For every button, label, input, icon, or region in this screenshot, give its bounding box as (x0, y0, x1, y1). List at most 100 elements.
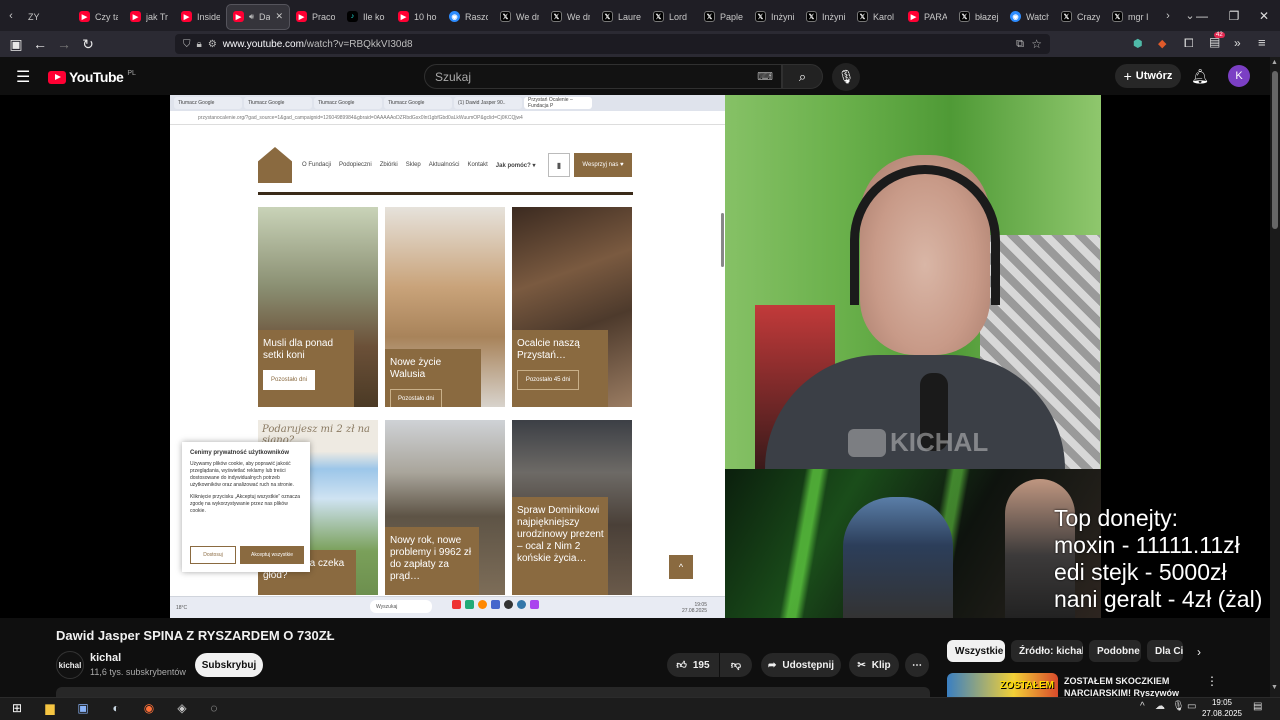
browser-tab[interactable]: 𝕏 Lord (647, 4, 698, 30)
page-scrollbar-thumb[interactable] (1272, 71, 1278, 229)
browser-tab[interactable]: 𝕏 Crazy (1055, 4, 1106, 30)
browser-tab[interactable]: ◉ Raszc (443, 4, 494, 30)
vpn-extension-icon[interactable]: ⬢ (1133, 37, 1143, 50)
cloud-icon[interactable]: ☁ (1155, 701, 1165, 712)
days-left-pill: Pozostało dni (263, 370, 315, 390)
site-nav-items: O Fundacji Podopieczni Zbiórki Sklep Aktualn… (302, 162, 536, 169)
back-button-icon[interactable]: ← (28, 33, 52, 55)
campaign-card-panel: Ocalcie naszą Przystań… Pozostało 45 dni (512, 330, 608, 407)
chip-related[interactable]: Podobne (1089, 640, 1141, 662)
channel-avatar[interactable]: kichal (56, 651, 84, 679)
x-favicon-icon: 𝕏 (500, 11, 511, 22)
browser-tab[interactable]: 𝕏 Inżyni (749, 4, 800, 30)
hamburger-menu-icon[interactable]: ☰ (16, 67, 30, 87)
video-player[interactable]: Tłumacz Google Tłumacz Google Tłumacz Goog… (0, 95, 1270, 618)
tray-overflow-chevron-icon[interactable]: ^ (1140, 701, 1145, 712)
app-icon[interactable]: ◈ (172, 699, 192, 717)
voice-search-button[interactable]: 🎙︎ (832, 63, 860, 91)
bookmark-star-icon[interactable]: ☆ (1031, 37, 1042, 51)
app-monitor-icon[interactable]: ▣ (73, 699, 93, 717)
lock-icon[interactable]: 🔒︎ (197, 39, 202, 50)
app-menu-icon[interactable]: ≡ (1258, 35, 1266, 50)
scroll-down-arrow-icon[interactable]: ▼ (1271, 684, 1278, 691)
site-nav-item: Sklep (405, 161, 421, 168)
extension-badge-icon[interactable]: ▤ 42 (1209, 32, 1225, 49)
tab-label: jak Tr (146, 11, 169, 22)
account-avatar[interactable]: K (1228, 65, 1250, 87)
permissions-icon[interactable]: ⚙︎ (208, 39, 217, 50)
notifications-bell-icon[interactable]: 🔔︎ (1190, 66, 1210, 86)
extension-fox-icon[interactable]: ◆ (1158, 37, 1166, 50)
browser-tab[interactable]: ♪ Ile ko (341, 4, 392, 30)
close-tab-icon[interactable]: ✕ (275, 11, 283, 22)
firefox-icon[interactable]: ◉ (139, 699, 159, 717)
browser-tab[interactable]: 𝕏mgr I (1106, 4, 1157, 30)
extensions-puzzle-icon[interactable]: ⧠ (1184, 36, 1194, 51)
clip-button[interactable]: ✂ Klip (849, 653, 899, 677)
campaign-title: Nowe życie Walusia (390, 357, 442, 380)
forward-button-icon[interactable]: → (52, 33, 76, 55)
description-box[interactable] (56, 687, 930, 697)
address-bar[interactable]: ⛉ 🔒︎ ⚙︎ www.youtube.com/watch?v=RBQkkVI3… (175, 34, 1050, 54)
close-window-icon[interactable]: ✕ (1248, 0, 1280, 31)
more-tools-chevron-icon[interactable]: » (1234, 36, 1241, 50)
audio-playing-icon[interactable]: 🔊︎ (249, 12, 254, 22)
x-favicon-icon: 𝕏 (755, 11, 766, 22)
browser-tab[interactable]: 𝕏 Karol (851, 4, 902, 30)
browser-tab[interactable]: ▶ Praco (290, 4, 341, 30)
browser-tab[interactable]: 𝕏 Laure (596, 4, 647, 30)
subscribe-button[interactable]: Subskrybuj (195, 653, 263, 677)
shield-icon[interactable]: ⛉ (183, 39, 191, 50)
restore-window-icon[interactable]: ❐ (1218, 0, 1250, 31)
dislike-button[interactable]: 👎︎ (720, 653, 752, 677)
more-actions-button[interactable]: ⋯ (905, 653, 929, 677)
scroll-up-arrow-icon[interactable]: ▲ (1271, 59, 1278, 66)
search-input[interactable]: Szukaj ⌨ (424, 64, 782, 89)
browser-tab[interactable]: ▶ jak Tr (124, 4, 175, 30)
microphone-tray-icon[interactable]: 🎙︎ (1172, 701, 1185, 712)
search-button[interactable]: ⌕ (782, 64, 823, 89)
notifications-icon[interactable]: ▤ (1253, 701, 1262, 712)
zoom-favicon-icon: ◉ (449, 11, 460, 22)
captured-tab: Tłumacz Google (384, 97, 452, 109)
keyboard-icon[interactable]: ⌨ (757, 70, 773, 83)
browser-tab[interactable]: ▶ 🔊︎ Daw ✕ (226, 3, 290, 30)
x-favicon-icon: 𝕏 (1112, 11, 1123, 22)
system-clock[interactable]: 19:05 27.08.2025 (1199, 697, 1245, 720)
network-icon[interactable]: ▭ (1187, 701, 1196, 712)
browser-tab[interactable]: ▶ PARA (902, 4, 953, 30)
browser-tab[interactable]: 𝕏błazej (953, 4, 1004, 30)
youtube-logo[interactable]: YouTube PL (48, 69, 136, 85)
sidebar-toggle-icon[interactable]: ▣ (4, 33, 28, 55)
recommendation-thumbnail[interactable]: ZOSTAŁEM (947, 673, 1058, 697)
picture-in-picture-icon[interactable]: ⧉ (1016, 38, 1024, 51)
browser-tab[interactable]: 𝕏 We dr (494, 4, 545, 30)
browser-tab[interactable]: ▶ Czy ta (73, 4, 124, 30)
app-icon[interactable]: ◌ (204, 699, 224, 717)
browser-tab[interactable]: ▶ Inside (175, 4, 226, 30)
browser-tab[interactable]: 𝕏 Paple (698, 4, 749, 30)
x-favicon-icon: 𝕏 (602, 11, 613, 22)
tab-label: 10 ho (414, 11, 437, 22)
reload-button-icon[interactable]: ↻ (76, 33, 100, 55)
recommendation-menu-icon[interactable]: ⋮ (1206, 674, 1218, 688)
windows-start-icon[interactable]: ⊞ (7, 699, 27, 717)
browser-tab[interactable]: 𝕏 Inżyni (800, 4, 851, 30)
browser-tab[interactable]: ◉ Watch (1004, 4, 1055, 30)
minimize-window-icon[interactable]: — (1186, 0, 1218, 31)
file-explorer-icon[interactable]: ▆ (40, 699, 60, 717)
share-button[interactable]: ➦ Udostępnij (761, 653, 841, 677)
browser-tab[interactable]: ▶ 10 ho (392, 4, 443, 30)
chip-source-channel[interactable]: Źródło: kichal (1011, 640, 1083, 662)
tab-scroll-right-icon[interactable]: › (1157, 5, 1179, 27)
browser-tab[interactable]: 𝕏 We dr (545, 4, 596, 30)
steam-icon[interactable]: ◐ (106, 699, 126, 717)
like-button[interactable]: 👍︎ 195 (667, 653, 719, 677)
create-button[interactable]: + Utwórz (1115, 64, 1181, 88)
chip-all[interactable]: Wszystkie (947, 640, 1005, 662)
browser-tab[interactable]: ZY (22, 4, 73, 30)
tab-scroll-left-icon[interactable]: ‹ (0, 5, 22, 27)
chips-next-chevron-icon[interactable]: › (1188, 641, 1210, 663)
chip-for-you[interactable]: Dla Ciebie (1147, 640, 1183, 662)
channel-name[interactable]: kichal (90, 652, 121, 664)
